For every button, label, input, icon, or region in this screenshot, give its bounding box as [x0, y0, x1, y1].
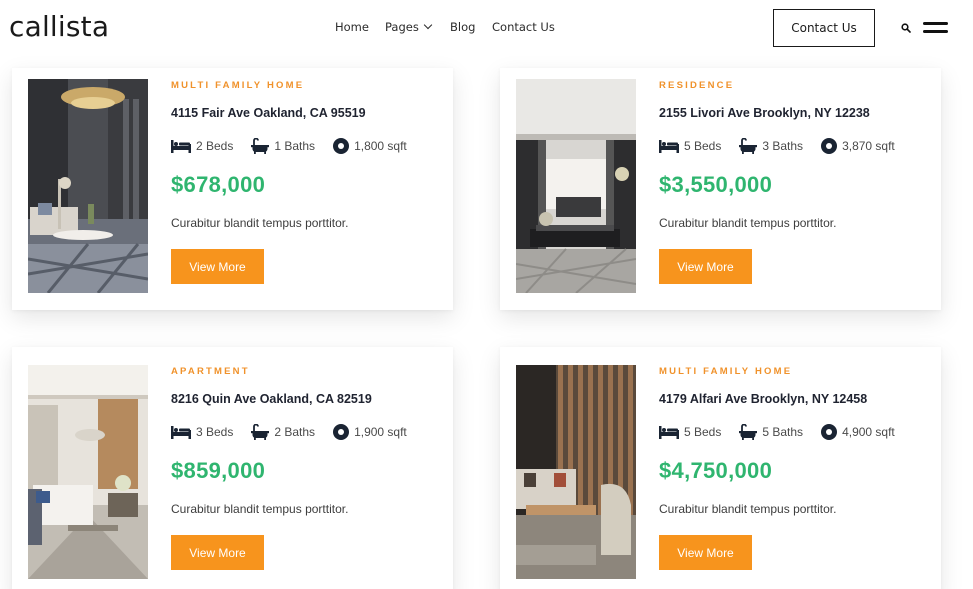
property-type: RESIDENCE	[659, 80, 735, 91]
area-value: 1,800 sqft	[354, 139, 407, 153]
property-card: APARTMENT 8216 Quin Ave Oakland, CA 8251…	[12, 347, 453, 589]
property-photo[interactable]	[28, 79, 148, 293]
property-type: APARTMENT	[171, 366, 250, 377]
baths-feature: 3 Baths	[739, 138, 803, 154]
site-header: callista Home Pages Blog Contact Us Cont…	[0, 0, 973, 56]
property-price: $3,550,000	[659, 172, 773, 197]
property-type: MULTI FAMILY HOME	[659, 366, 793, 377]
area-feature: 1,800 sqft	[333, 138, 407, 154]
beds-value: 3 Beds	[196, 425, 234, 439]
property-card: MULTI FAMILY HOME 4115 Fair Ave Oakland,…	[12, 68, 453, 310]
nav-pages[interactable]: Pages	[385, 20, 433, 34]
property-features: 5 Beds 3 Baths 3,870 sqft	[659, 137, 913, 155]
property-description: Curabitur blandit tempus porttitor.	[171, 502, 349, 516]
nav-pages-label: Pages	[385, 20, 419, 34]
area-icon	[821, 424, 838, 440]
bed-icon	[659, 425, 679, 439]
property-description: Curabitur blandit tempus porttitor.	[659, 502, 837, 516]
beds-feature: 2 Beds	[171, 139, 233, 153]
nav-contact[interactable]: Contact Us	[492, 20, 555, 34]
area-feature: 1,900 sqft	[333, 424, 407, 440]
beds-feature: 5 Beds	[659, 139, 721, 153]
property-type: MULTI FAMILY HOME	[171, 80, 305, 91]
contact-us-button[interactable]: Contact Us	[773, 9, 875, 47]
property-info: APARTMENT 8216 Quin Ave Oakland, CA 8251…	[171, 366, 425, 570]
area-icon	[333, 138, 350, 154]
bed-icon	[659, 139, 679, 153]
nav-home[interactable]: Home	[335, 20, 369, 34]
property-price: $4,750,000	[659, 458, 773, 483]
beds-value: 5 Beds	[684, 139, 722, 153]
property-description: Curabitur blandit tempus porttitor.	[171, 216, 349, 230]
area-feature: 3,870 sqft	[821, 138, 895, 154]
property-price: $678,000	[171, 172, 266, 197]
bathtub-icon	[251, 138, 270, 154]
beds-value: 2 Beds	[196, 139, 234, 153]
menu-icon[interactable]	[923, 22, 948, 34]
baths-value: 5 Baths	[762, 425, 804, 439]
baths-feature: 2 Baths	[251, 424, 315, 440]
baths-feature: 1 Baths	[251, 138, 315, 154]
view-more-button[interactable]: View More	[659, 535, 752, 570]
property-info: MULTI FAMILY HOME 4179 Alfari Ave Brookl…	[659, 366, 913, 570]
beds-feature: 3 Beds	[171, 425, 233, 439]
search-icon[interactable]	[901, 23, 911, 33]
baths-value: 3 Baths	[762, 139, 804, 153]
property-features: 5 Beds 5 Baths 4,900 sqft	[659, 423, 913, 441]
property-card: RESIDENCE 2155 Livori Ave Brooklyn, NY 1…	[500, 68, 941, 310]
area-icon	[333, 424, 350, 440]
area-value: 4,900 sqft	[842, 425, 895, 439]
area-value: 3,870 sqft	[842, 139, 895, 153]
bathtub-icon	[739, 138, 758, 154]
bed-icon	[171, 425, 191, 439]
property-description: Curabitur blandit tempus porttitor.	[659, 216, 837, 230]
baths-feature: 5 Baths	[739, 424, 803, 440]
property-features: 2 Beds 1 Baths 1,800 sqft	[171, 137, 425, 155]
nav-blog[interactable]: Blog	[450, 20, 475, 34]
property-price: $859,000	[171, 458, 266, 483]
bathtub-icon	[739, 424, 758, 440]
property-card: MULTI FAMILY HOME 4179 Alfari Ave Brookl…	[500, 347, 941, 589]
property-photo[interactable]	[516, 365, 636, 579]
area-value: 1,900 sqft	[354, 425, 407, 439]
baths-value: 1 Baths	[274, 139, 316, 153]
chevron-down-icon	[423, 20, 433, 30]
site-logo[interactable]: callista	[9, 10, 109, 43]
view-more-button[interactable]: View More	[171, 535, 264, 570]
property-address[interactable]: 4179 Alfari Ave Brooklyn, NY 12458	[659, 392, 913, 406]
property-info: MULTI FAMILY HOME 4115 Fair Ave Oakland,…	[171, 80, 425, 284]
view-more-button[interactable]: View More	[659, 249, 752, 284]
property-photo[interactable]	[516, 79, 636, 293]
bathtub-icon	[251, 424, 270, 440]
beds-feature: 5 Beds	[659, 425, 721, 439]
property-info: RESIDENCE 2155 Livori Ave Brooklyn, NY 1…	[659, 80, 913, 284]
view-more-button[interactable]: View More	[171, 249, 264, 284]
baths-value: 2 Baths	[274, 425, 316, 439]
bed-icon	[171, 139, 191, 153]
property-address[interactable]: 2155 Livori Ave Brooklyn, NY 12238	[659, 106, 913, 120]
property-photo[interactable]	[28, 365, 148, 579]
property-address[interactable]: 4115 Fair Ave Oakland, CA 95519	[171, 106, 425, 120]
beds-value: 5 Beds	[684, 425, 722, 439]
property-address[interactable]: 8216 Quin Ave Oakland, CA 82519	[171, 392, 425, 406]
area-feature: 4,900 sqft	[821, 424, 895, 440]
property-features: 3 Beds 2 Baths 1,900 sqft	[171, 423, 425, 441]
area-icon	[821, 138, 838, 154]
